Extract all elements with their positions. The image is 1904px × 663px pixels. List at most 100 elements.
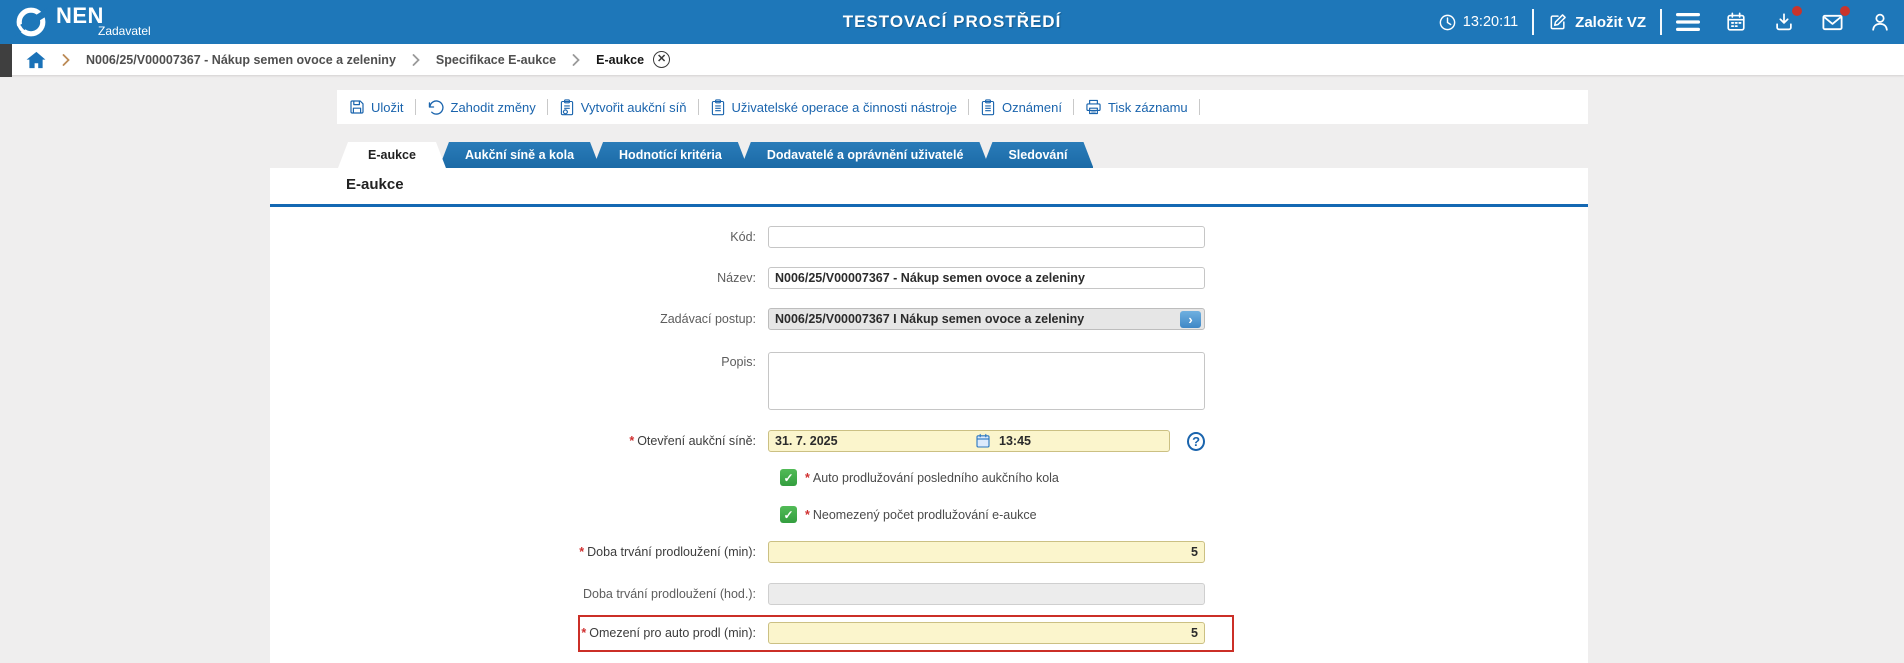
required-asterisk: * <box>579 545 585 559</box>
breadcrumb-item-current: E-aukce <box>596 52 645 67</box>
tab-sledovani[interactable]: Sledování <box>982 142 1093 168</box>
notifications-button[interactable]: Oznámení <box>980 98 1062 116</box>
mail-notification-badge <box>1840 6 1850 16</box>
calendar-button[interactable] <box>1724 10 1748 34</box>
omezeni-label: * Omezení pro auto prodl (min): <box>581 626 756 640</box>
popis-textarea[interactable] <box>768 352 1205 410</box>
breadcrumb-item-procedure[interactable]: N006/25/V00007367 - Nákup semen ovoce a … <box>86 53 396 67</box>
auto-prodluzovani-checkbox[interactable]: ✓ <box>780 469 797 486</box>
kod-input[interactable] <box>768 226 1205 248</box>
create-vz-label: Založit VZ <box>1575 13 1646 31</box>
popis-label: Popis: <box>721 355 756 369</box>
left-edge-strip <box>0 44 12 77</box>
doba-hod-input <box>768 583 1205 605</box>
home-button[interactable] <box>26 51 46 69</box>
downloads-button[interactable] <box>1772 6 1802 34</box>
detail-tabs: E-aukce Aukční síně a kola Hodnotící kri… <box>338 142 1093 168</box>
toolbar-separator <box>967 99 969 115</box>
neomezeny-pocet-label: * Neomezený počet prodlužování e-aukce <box>805 507 1037 522</box>
clipboard-gear-icon <box>560 98 573 115</box>
tab-aukcni-sine-a-kola[interactable]: Aukční síně a kola <box>439 142 600 168</box>
create-vz-button[interactable]: Založit VZ <box>1548 12 1646 32</box>
breadcrumb: N006/25/V00007367 - Nákup semen ovoce a … <box>0 44 1904 77</box>
notifications-label: Oznámení <box>1001 99 1062 115</box>
user-operations-button[interactable]: Uživatelské operace a činnosti nástroje <box>710 98 957 116</box>
page-background: Uložit Zahodit změny Vytvořit aukční síň… <box>0 75 1904 663</box>
discard-changes-button[interactable]: Zahodit změny <box>427 99 536 115</box>
create-auction-hall-button[interactable]: Vytvořit aukční síň <box>559 98 687 116</box>
datepicker-calendar-icon[interactable] <box>975 433 991 449</box>
form-row-doba-min: * Doba trvání prodloužení (min): <box>270 541 1588 563</box>
brand-name: NEN <box>56 3 104 28</box>
print-record-button[interactable]: Tisk záznamu <box>1085 99 1188 115</box>
calendar-icon <box>1727 12 1745 31</box>
toolbar-separator <box>697 99 699 115</box>
zadavaci-postup-label: Zadávací postup: <box>660 312 756 326</box>
doba-hod-label: Doba trvání prodloužení (hod.): <box>582 587 756 601</box>
section-title: E-aukce <box>346 176 404 193</box>
doba-min-label: * Doba trvání prodloužení (min): <box>579 545 756 559</box>
save-button[interactable]: Uložit <box>349 99 404 115</box>
auto-prodluzovani-label: * Auto prodlužování posledního aukčního k… <box>805 470 1059 485</box>
save-icon <box>350 100 364 114</box>
breadcrumb-item-specification[interactable]: Specifikace E-aukce <box>436 53 556 67</box>
help-icon[interactable]: ? <box>1187 431 1205 451</box>
otevreni-time-value[interactable]: 13:45 <box>999 434 1031 448</box>
nen-app: NEN Zadavatel TESTOVACÍ PROSTŘEDÍ 13:20:… <box>0 0 1904 663</box>
zadavaci-postup-value: N006/25/V00007367 I Nákup semen ovoce a … <box>775 312 1085 326</box>
doba-min-input[interactable] <box>768 541 1205 563</box>
required-asterisk: * <box>581 626 587 640</box>
e-aukce-form-panel: E-aukce Kód: Název: Zadávací postup: N00… <box>270 168 1588 663</box>
menu-button[interactable] <box>1676 10 1700 34</box>
form-row-omezeni: * Omezení pro auto prodl (min): <box>270 622 1588 644</box>
user-profile-button[interactable] <box>1868 10 1892 34</box>
required-asterisk: * <box>805 470 810 485</box>
required-asterisk: * <box>805 507 810 522</box>
print-record-label: Tisk záznamu <box>1107 99 1188 115</box>
download-notification-badge <box>1792 6 1802 16</box>
toolbar-separator <box>1198 99 1200 115</box>
user-operations-label: Uživatelské operace a činnosti nástroje <box>731 99 957 115</box>
kod-label: Kód: <box>730 230 756 244</box>
form-row-popis: Popis: <box>270 352 1588 410</box>
tab-e-aukce[interactable]: E-aukce <box>338 142 446 168</box>
breadcrumb-chevron-icon <box>62 53 70 66</box>
nen-logo[interactable]: NEN Zadavatel <box>14 4 151 39</box>
printer-icon <box>1086 99 1101 115</box>
form-row-otevreni: * Otevření aukční síně: 31. 7. 2025 13:45 <box>270 430 1588 452</box>
nazev-input[interactable] <box>768 267 1205 289</box>
current-time: 13:20:11 <box>1462 14 1519 30</box>
topbar-separator <box>1532 9 1535 35</box>
home-icon <box>26 51 46 68</box>
topbar-separator <box>1660 9 1662 35</box>
close-icon[interactable]: ✕ <box>653 51 671 68</box>
save-label: Uložit <box>371 99 404 115</box>
clock: 13:20:11 <box>1438 13 1518 32</box>
edit-icon <box>1550 14 1566 30</box>
open-detail-chevron-icon[interactable]: › <box>1180 310 1201 328</box>
form-row-doba-hod: Doba trvání prodloužení (hod.): <box>270 583 1588 605</box>
form-row-auto-prodluzovani: ✓ * Auto prodlužování posledního aukčního… <box>780 469 1059 486</box>
omezeni-input[interactable] <box>768 622 1205 644</box>
zadavaci-postup-field: N006/25/V00007367 I Nákup semen ovoce a … <box>768 308 1205 330</box>
form-row-neomezeny-pocet: ✓ * Neomezený počet prodlužování e-aukce <box>780 506 1037 523</box>
tab-hodnotici-kriteria[interactable]: Hodnotící kritéria <box>593 142 748 168</box>
topbar: NEN Zadavatel TESTOVACÍ PROSTŘEDÍ 13:20:… <box>0 0 1904 44</box>
form-row-kod: Kód: <box>270 226 1588 248</box>
toolbar-separator <box>1072 99 1074 115</box>
form-row-nazev: Název: <box>270 267 1588 289</box>
form-row-zadavaci-postup: Zadávací postup: N006/25/V00007367 I Nák… <box>270 308 1588 330</box>
otevreni-date-value[interactable]: 31. 7. 2025 <box>775 434 975 448</box>
nen-logo-icon <box>14 7 48 37</box>
nazev-label: Název: <box>717 271 756 285</box>
record-toolbar: Uložit Zahodit změny Vytvořit aukční síň… <box>337 90 1588 124</box>
otevreni-label: * Otevření aukční síně: <box>629 434 756 448</box>
tab-dodavatele-a-opravneni[interactable]: Dodavatelé a oprávnění uživatelé <box>741 142 990 168</box>
messages-button[interactable] <box>1820 6 1850 34</box>
neomezeny-pocet-checkbox[interactable]: ✓ <box>780 506 797 523</box>
person-icon <box>1872 13 1888 31</box>
create-auction-hall-label: Vytvořit aukční síň <box>580 99 687 115</box>
otevreni-datetime-field[interactable]: 31. 7. 2025 13:45 <box>768 430 1171 452</box>
clock-icon <box>1439 14 1456 30</box>
required-asterisk: * <box>629 434 635 448</box>
